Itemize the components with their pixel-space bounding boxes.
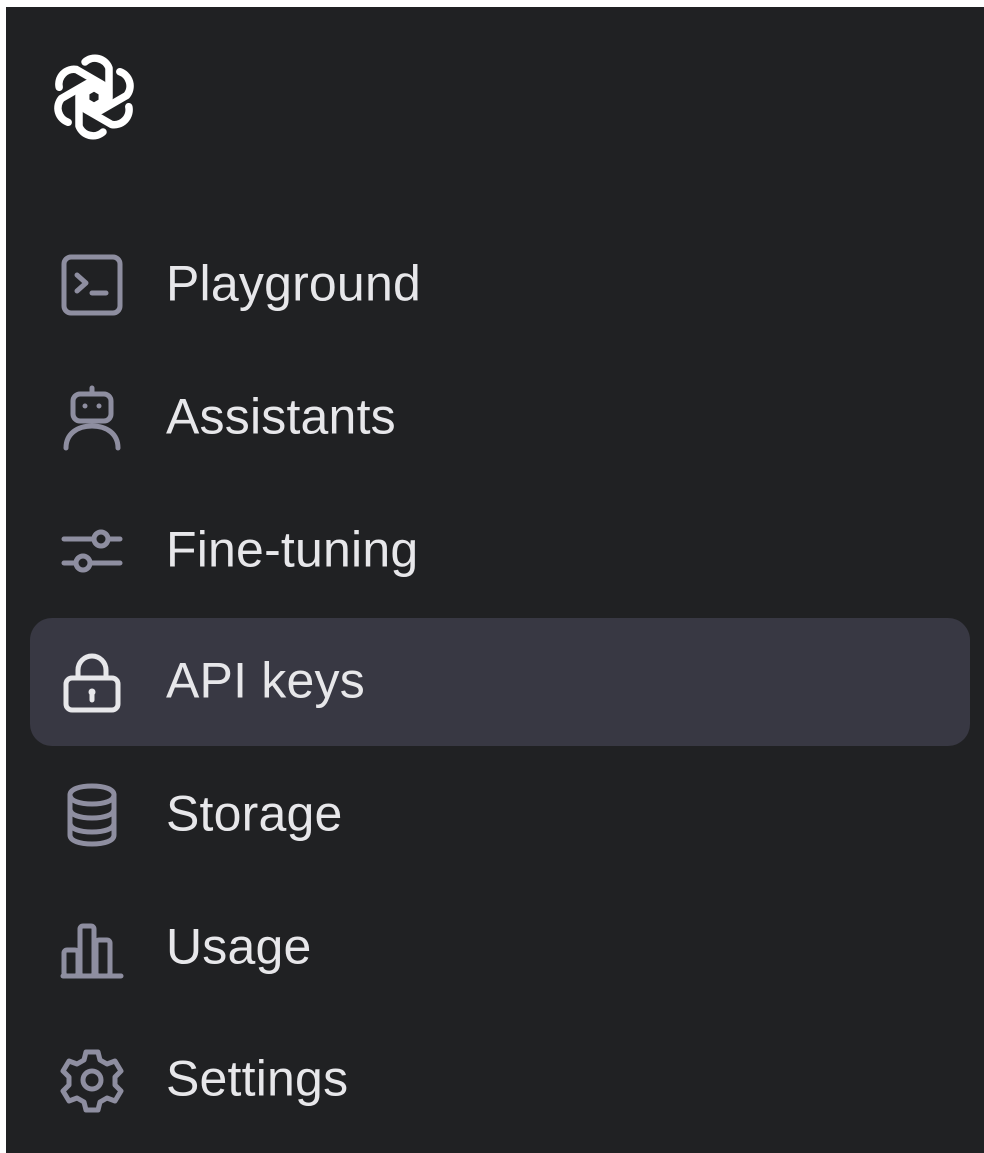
sliders-icon xyxy=(58,517,126,585)
sidebar-item-storage[interactable]: Storage xyxy=(30,751,970,879)
robot-icon xyxy=(58,384,126,452)
sidebar-item-label: Storage xyxy=(166,785,343,842)
sidebar-item-fine-tuning[interactable]: Fine-tuning xyxy=(30,487,970,615)
sidebar-item-playground[interactable]: Playground xyxy=(30,221,970,349)
bar-chart-icon xyxy=(58,914,126,982)
sidebar-item-label: Settings xyxy=(166,1050,349,1107)
sidebar-item-assistants[interactable]: Assistants xyxy=(30,354,970,482)
openai-logo-icon[interactable] xyxy=(44,47,144,147)
sidebar-item-label: Fine-tuning xyxy=(166,521,419,578)
lock-icon xyxy=(58,648,126,716)
database-icon xyxy=(58,781,126,849)
sidebar-item-label: API keys xyxy=(166,652,365,709)
sidebar-item-label: Assistants xyxy=(166,388,396,445)
terminal-icon xyxy=(58,251,126,319)
gear-icon xyxy=(58,1046,126,1114)
sidebar-item-settings[interactable]: Settings xyxy=(30,1016,970,1144)
sidebar-item-usage[interactable]: Usage xyxy=(30,884,970,1012)
sidebar-item-label: Usage xyxy=(166,918,312,975)
sidebar-item-api-keys[interactable]: API keys xyxy=(30,618,970,746)
sidebar-item-label: Playground xyxy=(166,255,421,312)
sidebar: Playground Assistants Fine-tuning API ke… xyxy=(6,7,984,1153)
